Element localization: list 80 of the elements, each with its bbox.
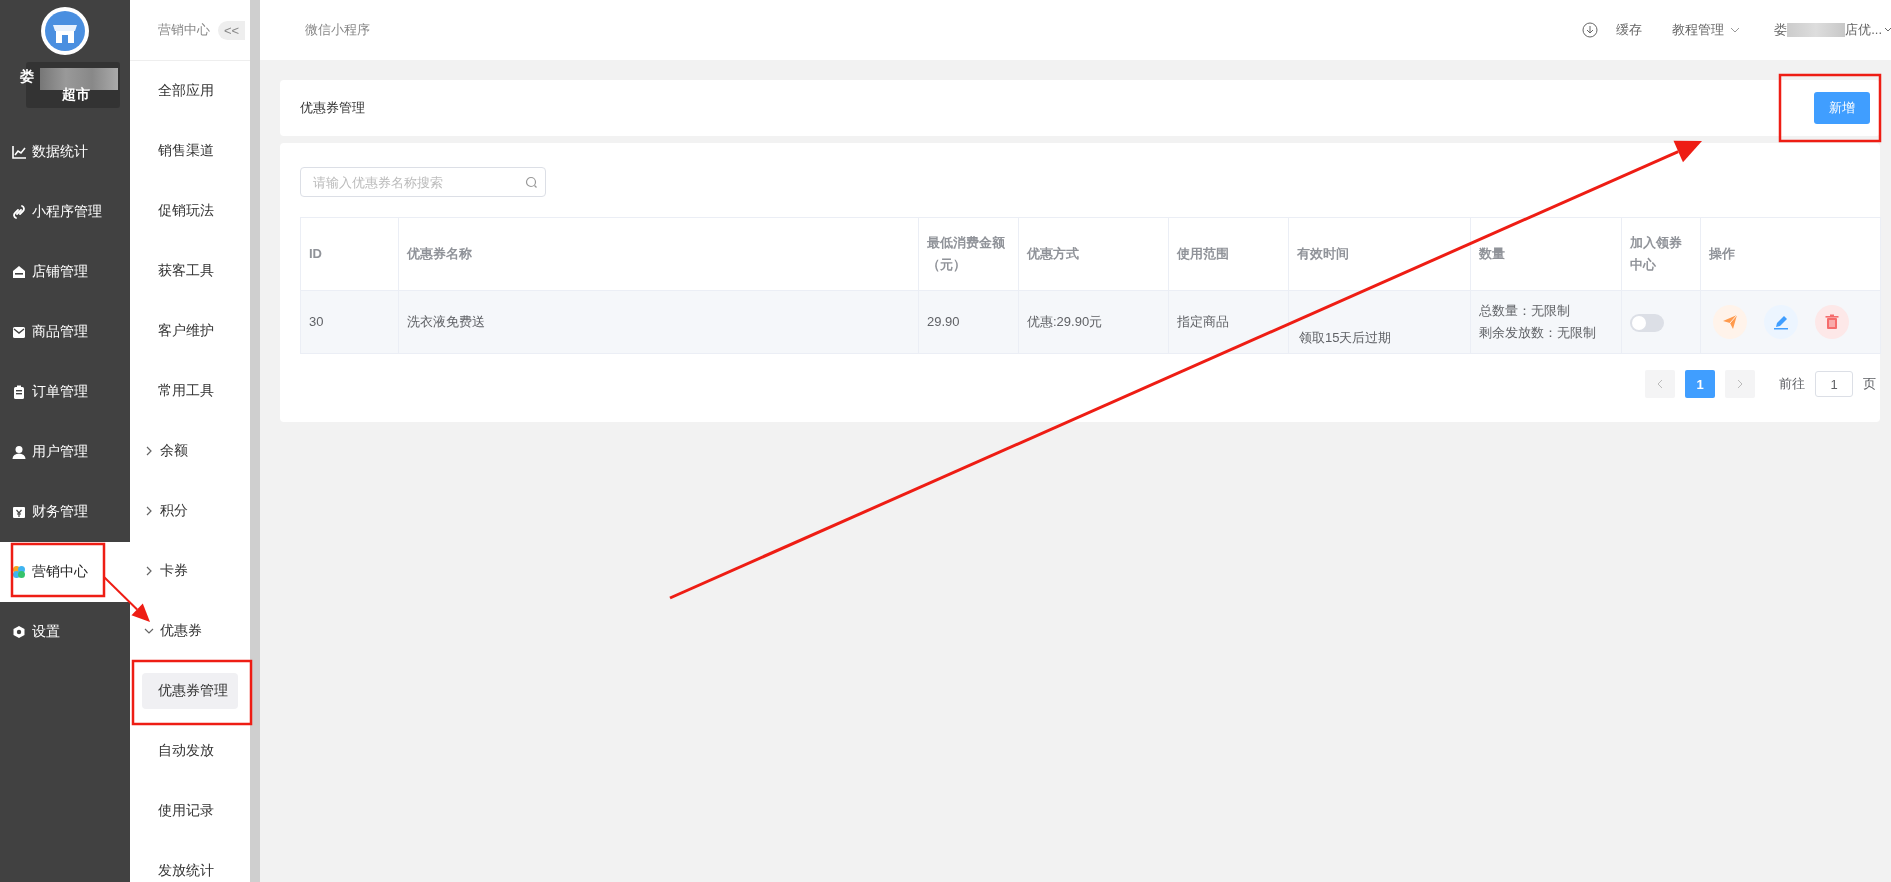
submenu-title: 营销中心 <box>158 21 210 39</box>
column-header: 优惠券名称 <box>398 217 919 291</box>
column-header: 数量 <box>1470 217 1622 291</box>
store-name: 超市 <box>62 86 90 104</box>
column-header: 最低消费金额（元） <box>918 217 1019 291</box>
app-title: 微信小程序 <box>305 21 370 39</box>
submenu-group[interactable]: 卡券 <box>130 541 250 601</box>
trash-icon <box>1824 314 1840 330</box>
search-icon <box>525 176 537 188</box>
user-name[interactable]: 娄 <box>1774 21 1788 39</box>
download-icon <box>1582 22 1599 38</box>
settings-icon <box>12 625 26 639</box>
nav-item[interactable]: 商品管理 <box>0 302 130 362</box>
submenu-item[interactable]: 促销玩法 <box>130 181 250 241</box>
nav-item[interactable]: 财务管理 <box>0 482 130 542</box>
caret-icon <box>1730 26 1741 34</box>
column-header: 加入领券中心 <box>1621 217 1701 291</box>
send-button[interactable] <box>1713 305 1747 339</box>
nav-item[interactable]: 数据统计 <box>0 122 130 182</box>
next-page-button[interactable] <box>1725 370 1755 398</box>
toggle-switch[interactable] <box>1630 313 1664 332</box>
nav-item[interactable]: 设置 <box>0 602 130 662</box>
paper-plane-icon <box>1722 314 1738 330</box>
submenu-item[interactable]: 客户维护 <box>130 301 250 361</box>
yen-icon <box>12 505 26 519</box>
submenu-item[interactable]: 常用工具 <box>130 361 250 421</box>
table-cell: 总数量：无限制 剩余发放数：无限制 <box>1470 290 1622 354</box>
submenu-item[interactable]: 全部应用 <box>130 61 250 121</box>
user-name[interactable]: 店优... <box>1845 21 1882 39</box>
delete-button[interactable] <box>1815 305 1849 339</box>
table-cell: 领取15天后过期 <box>1288 290 1471 354</box>
page-title: 优惠券管理 <box>300 99 365 117</box>
chevron-left-icon <box>1656 379 1664 389</box>
page-suffix: 页 <box>1863 375 1876 393</box>
submenu-group[interactable]: 积分 <box>130 481 250 541</box>
table-cell: 指定商品 <box>1168 290 1289 354</box>
column-header: 有效时间 <box>1288 217 1471 291</box>
column-header: 使用范围 <box>1168 217 1289 291</box>
submenu-item[interactable]: 使用记录 <box>142 793 224 829</box>
nav-item[interactable]: 用户管理 <box>0 422 130 482</box>
prev-page-button[interactable] <box>1645 370 1675 398</box>
envelope-icon <box>12 325 26 339</box>
page-input[interactable]: 1 <box>1815 371 1853 397</box>
download-button[interactable] <box>1582 22 1599 38</box>
table-cell: 30 <box>300 290 399 354</box>
search-field[interactable]: 请输入优惠券名称搜索 <box>300 167 546 197</box>
nav-item[interactable]: 小程序管理 <box>0 182 130 242</box>
store-logo <box>41 7 89 55</box>
nav-item[interactable]: 店铺管理 <box>0 242 130 302</box>
nav-item[interactable]: 营销中心 <box>0 542 130 602</box>
chain-icon <box>12 205 26 219</box>
table-cell: 洗衣液免费送 <box>398 290 919 354</box>
user-icon <box>12 445 26 459</box>
nav-item[interactable]: 订单管理 <box>0 362 130 422</box>
shop-icon <box>12 265 26 279</box>
cache-link[interactable]: 缓存 <box>1616 21 1643 39</box>
chevron-right-icon <box>1736 379 1744 389</box>
column-header: 优惠方式 <box>1018 217 1169 291</box>
submenu-item[interactable]: 获客工具 <box>130 241 250 301</box>
table-cell: 优惠:29.90元 <box>1018 290 1169 354</box>
submenu-item[interactable]: 自动发放 <box>142 733 224 769</box>
submenu-item[interactable]: 销售渠道 <box>130 121 250 181</box>
petal-icon <box>12 565 26 579</box>
column-header: ID <box>300 217 399 291</box>
submenu-item[interactable]: 优惠券管理 <box>142 673 238 709</box>
tutorial-menu[interactable]: 教程管理 <box>1672 21 1741 39</box>
chart-icon <box>12 145 26 159</box>
redaction-blur <box>1787 23 1846 37</box>
table-cell: 29.90 <box>918 290 1019 354</box>
annotation-arrow <box>103 576 150 622</box>
clipboard-icon <box>12 385 26 399</box>
submenu-group[interactable]: 余额 <box>130 421 250 481</box>
column-header: 操作 <box>1700 217 1881 291</box>
submenu-item[interactable]: 发放统计 <box>142 853 224 882</box>
store-name: 娄 <box>20 68 34 86</box>
goto-label: 前往 <box>1779 375 1805 393</box>
edit-button[interactable] <box>1764 305 1798 339</box>
scrollbar[interactable] <box>250 0 260 882</box>
pencil-icon <box>1773 314 1789 330</box>
caret-icon <box>1884 27 1891 33</box>
